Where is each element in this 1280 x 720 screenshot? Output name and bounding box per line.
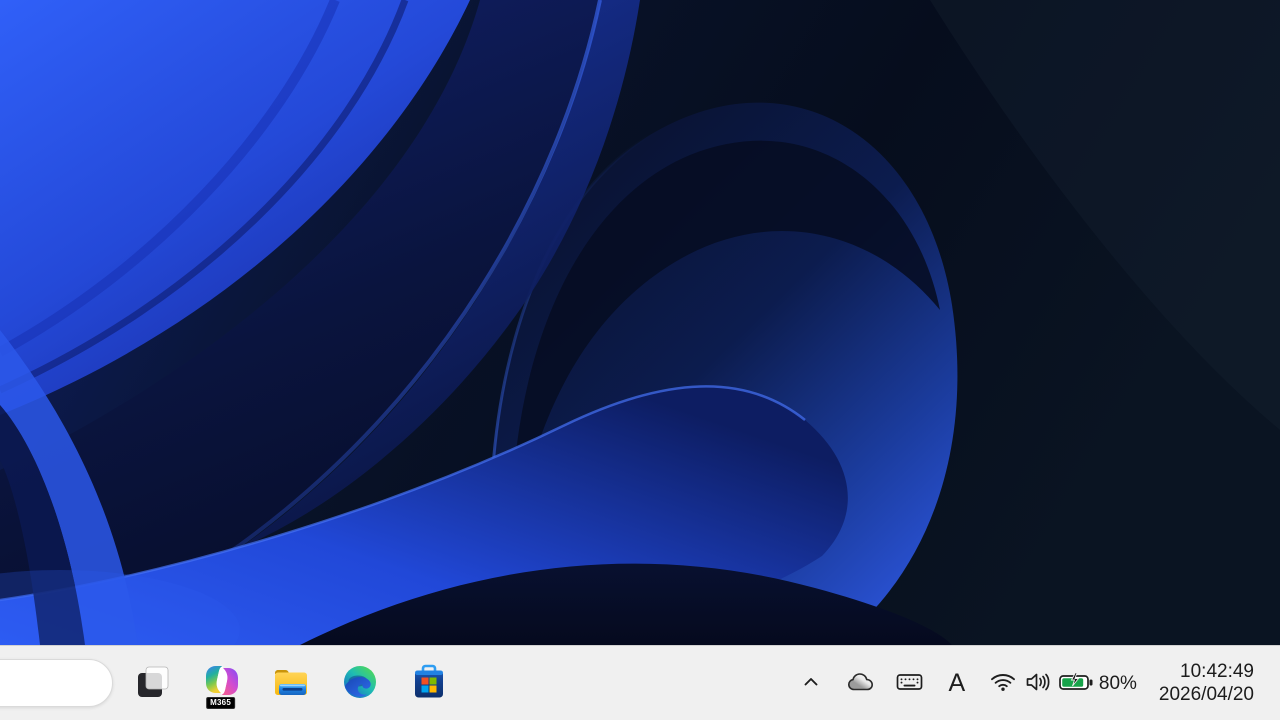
battery-percent-label: 80% — [1098, 672, 1137, 694]
taskbar-tray-area: A 80% 10:42:49 2026/04/20 — [794, 646, 1280, 720]
file-explorer-button[interactable] — [263, 654, 319, 712]
clock-date: 2026/04/20 — [1158, 684, 1254, 705]
battery-charging-icon — [1059, 671, 1095, 695]
quick-settings-button[interactable]: 80% — [984, 660, 1143, 706]
volume-icon — [1025, 671, 1052, 696]
m365-badge: M365 — [206, 696, 235, 709]
touch-keyboard-button[interactable] — [893, 660, 927, 706]
clock-time: 10:42:49 — [1180, 661, 1254, 682]
task-view-icon — [136, 665, 170, 702]
ime-mode-indicator: A — [948, 668, 966, 697]
taskbar-search-box[interactable] — [0, 659, 113, 707]
desktop[interactable]: M365 A 80% 10:42:49 2026/04/20 — [0, 0, 1280, 720]
clock-text: 10:42:49 2026/04/20 — [1159, 660, 1254, 706]
onedrive-button[interactable] — [844, 660, 878, 706]
ime-mode-button[interactable]: A — [940, 660, 974, 706]
microsoft-store-button[interactable] — [401, 654, 457, 712]
taskbar-app-area: M365 — [0, 646, 457, 720]
chevron-up-icon — [802, 673, 820, 694]
file-explorer-icon — [272, 663, 310, 704]
edge-button[interactable] — [332, 654, 388, 712]
clock-button[interactable]: 10:42:49 2026/04/20 — [1157, 660, 1256, 706]
wallpaper-bloom-graphic — [0, 0, 1280, 645]
taskbar: M365 A 80% 10:42:49 2026/04/20 — [0, 645, 1280, 720]
edge-icon — [342, 664, 378, 703]
keyboard-icon — [896, 672, 923, 695]
tray-show-hidden-icons-button[interactable] — [794, 660, 828, 706]
onedrive-cloud-icon — [847, 672, 874, 695]
microsoft-store-icon — [410, 663, 448, 704]
m365-copilot-button[interactable]: M365 — [194, 654, 250, 712]
wifi-icon — [990, 672, 1016, 695]
task-view-button[interactable] — [125, 654, 181, 712]
